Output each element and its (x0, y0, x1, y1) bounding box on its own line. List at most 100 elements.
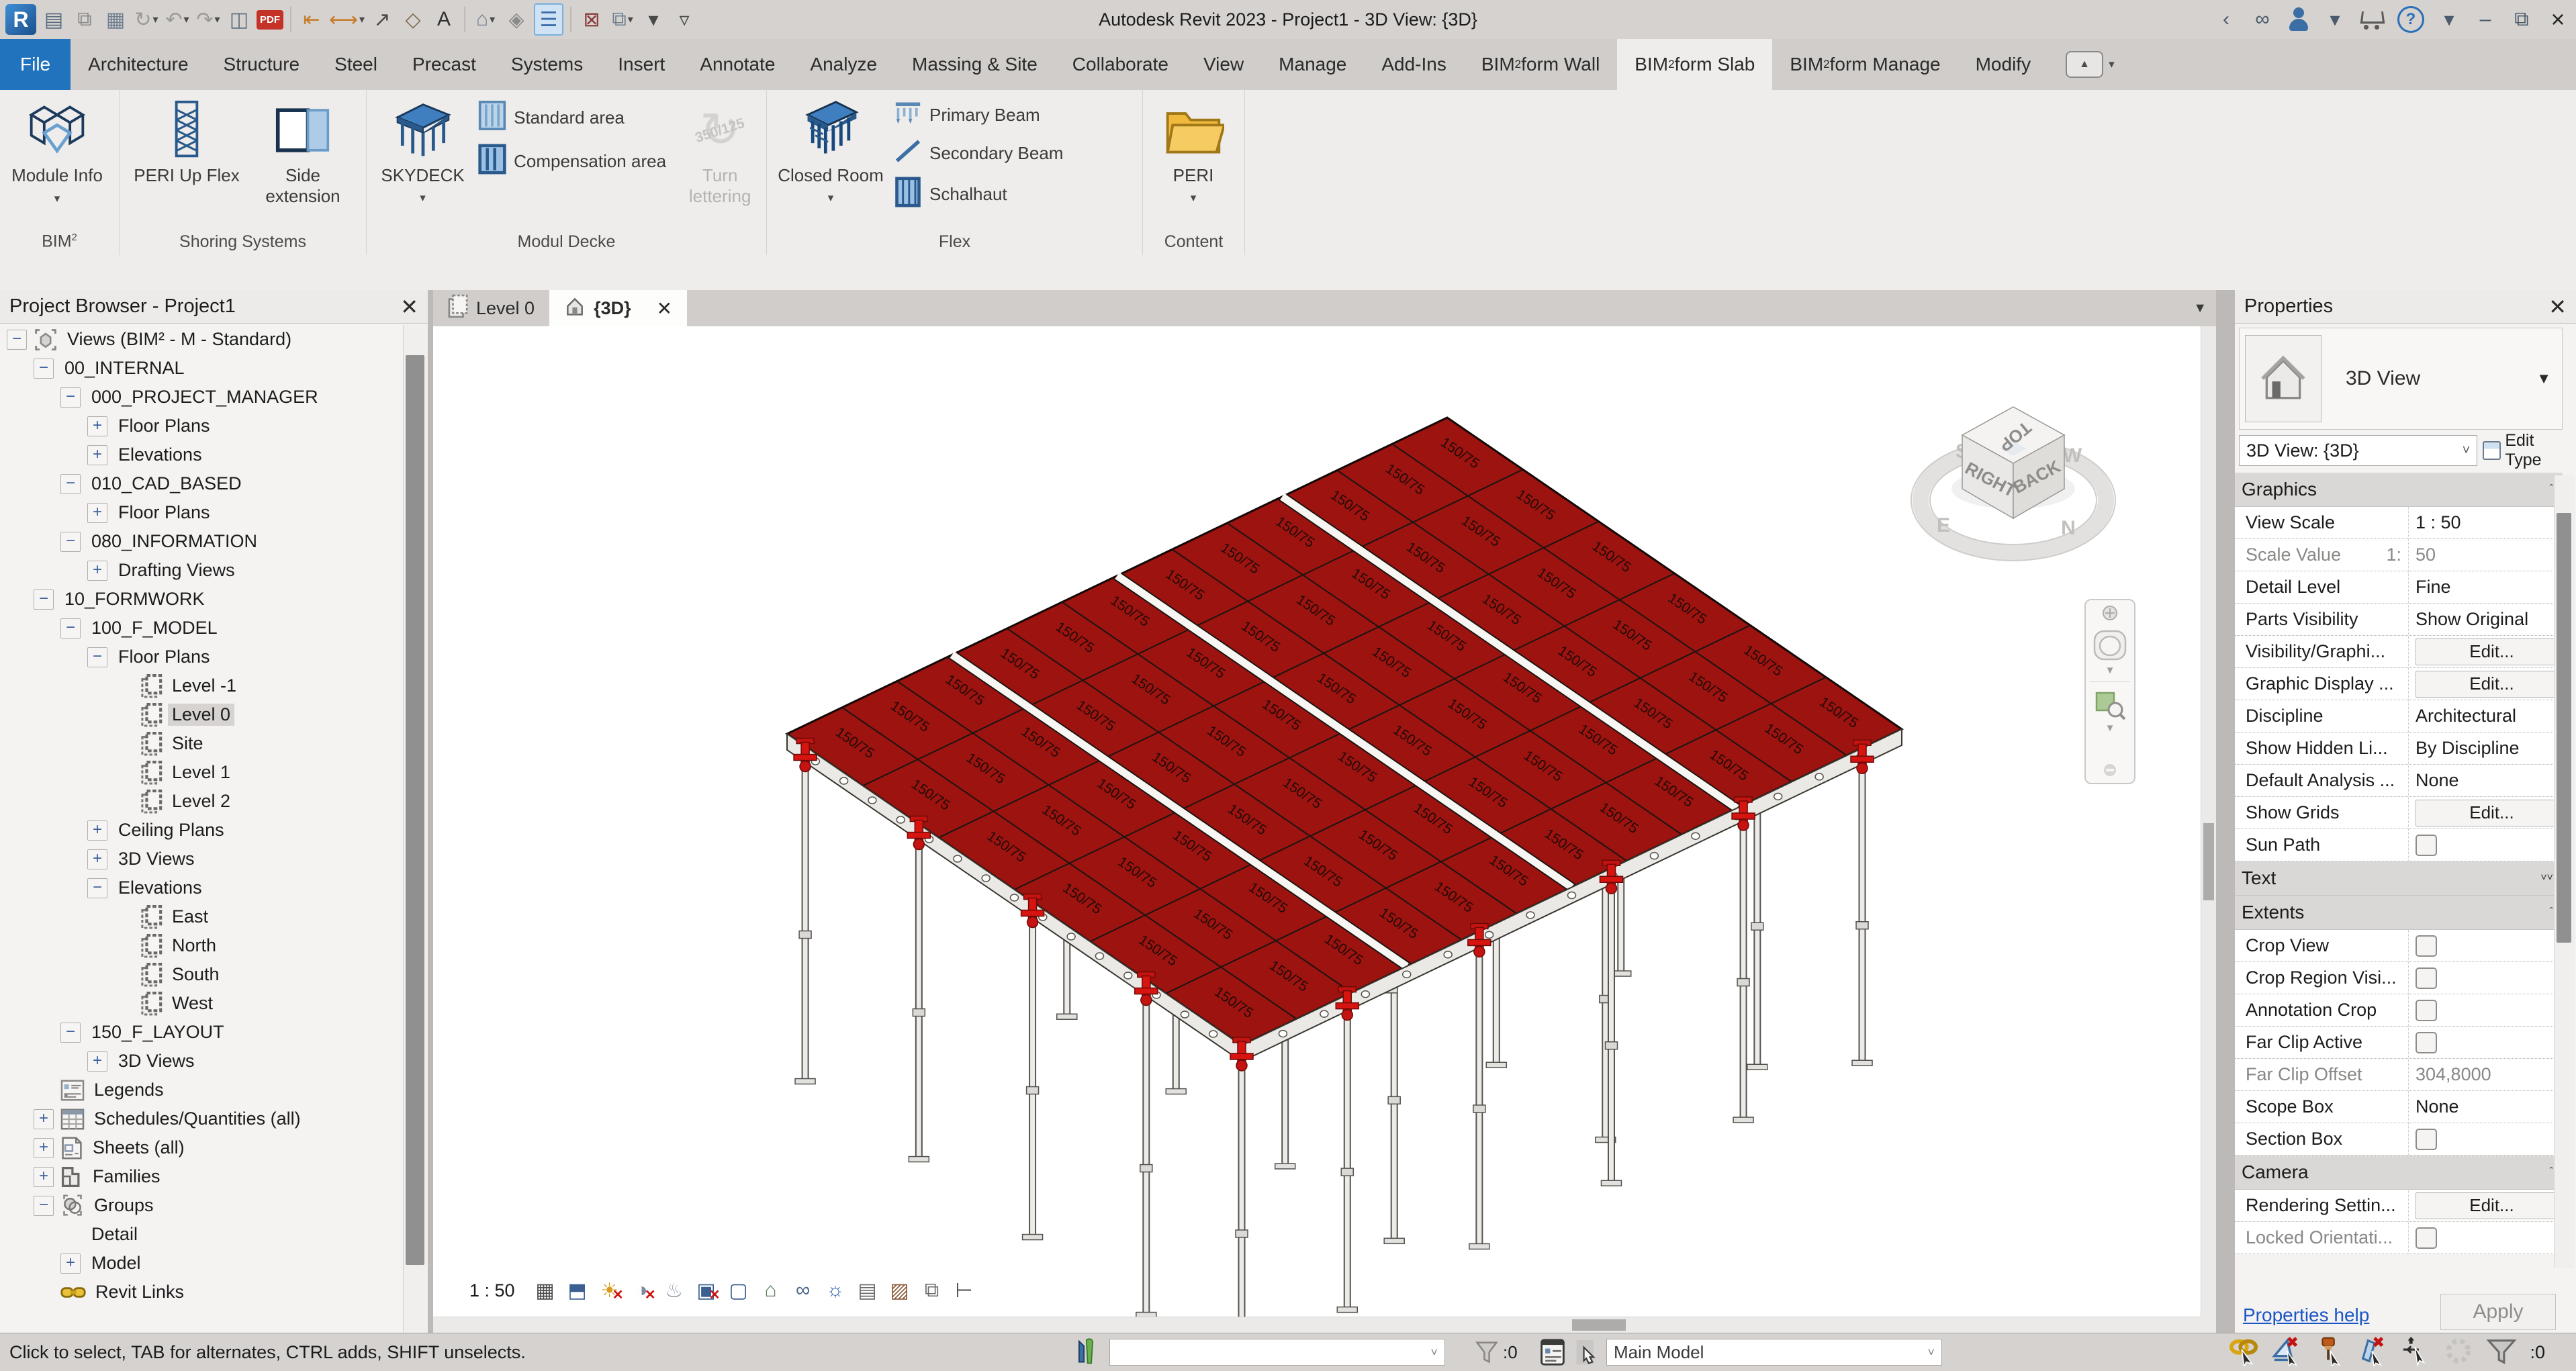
tree-item-label[interactable]: Legends (90, 1079, 168, 1101)
steering-wheel-icon[interactable] (2090, 626, 2129, 665)
selection-filter-icon[interactable] (2485, 1335, 2518, 1370)
ribbon-tab-bim-form-wall[interactable]: BIM2form Wall (1464, 39, 1617, 90)
thin-lines-icon[interactable]: ☰ (534, 3, 563, 36)
worksets-icon[interactable] (1072, 1337, 1099, 1367)
tree-item-label[interactable]: Revit Links (91, 1281, 188, 1303)
tree-expander-icon[interactable]: − (87, 878, 107, 898)
text-icon[interactable]: A (430, 5, 457, 34)
compensation-area-button[interactable]: Compensation area (477, 143, 675, 180)
full-navigation-wheel-icon[interactable] (2101, 604, 2119, 622)
property-value[interactable]: 50 (2416, 545, 2436, 565)
ribbon-tab-analyze[interactable]: Analyze (792, 39, 894, 90)
open-icon[interactable]: ⧉ (71, 5, 98, 34)
reveal-constraints-icon[interactable]: ⊢ (950, 1276, 978, 1305)
ribbon-tab-precast[interactable]: Precast (395, 39, 494, 90)
ribbon-tab-modify[interactable]: Modify (1958, 39, 2048, 90)
panel-label-flex[interactable]: Flex (767, 228, 1142, 255)
panel-label-bim2[interactable]: BIM2 (0, 228, 119, 255)
tree-expander-icon[interactable]: − (60, 1023, 81, 1043)
view-tab-level0[interactable]: Level 0 (433, 290, 549, 326)
compass-n-label[interactable]: N (2061, 517, 2076, 539)
section-collapse-icon[interactable]: ˅˅ (2540, 872, 2553, 884)
tree-item-label[interactable]: Model (87, 1252, 145, 1274)
design-options-icon[interactable] (1539, 1337, 1566, 1367)
tree-expander-icon[interactable]: + (87, 503, 107, 523)
shadows-off-icon[interactable]: ◑✕ (628, 1276, 656, 1305)
edit-button[interactable]: Edit... (2416, 800, 2568, 826)
temporary-view-properties-icon[interactable]: ▤ (854, 1276, 882, 1305)
tree-item-label[interactable]: Views (BIM² - M - Standard) (63, 328, 295, 350)
vertical-scrollbar[interactable] (2201, 326, 2216, 1317)
tree-item-label[interactable]: 3D Views (114, 848, 199, 870)
displacement-sets-icon[interactable]: ⧉ (918, 1276, 946, 1305)
property-checkbox[interactable] (2416, 935, 2437, 957)
sync-icon[interactable]: ↻▾ (133, 5, 160, 34)
tree-item-label[interactable]: Elevations (114, 444, 206, 466)
view-scale-button[interactable]: 1 : 50 (460, 1279, 524, 1303)
edit-button[interactable]: Edit... (2416, 639, 2568, 665)
temporary-hide-isolate-icon[interactable]: ∞ (789, 1276, 817, 1305)
tree-item-label[interactable]: 080_INFORMATION (87, 530, 261, 553)
redo-icon[interactable]: ↷▾ (195, 5, 222, 34)
workset-selector[interactable]: ˅ (1109, 1339, 1445, 1366)
compass-w-label[interactable]: W (2063, 444, 2082, 467)
property-checkbox[interactable] (2416, 1032, 2437, 1053)
tree-item-label[interactable]: North (168, 935, 220, 957)
crop-region-icon[interactable]: ▢ (725, 1276, 753, 1305)
tree-item-label[interactable]: East (168, 906, 212, 928)
tree-item-label[interactable]: Level 2 (168, 790, 234, 812)
search-icon[interactable]: ∞ (2251, 5, 2274, 34)
zoom-region-icon[interactable] (2092, 688, 2127, 722)
tree-item-label[interactable]: 3D Views (114, 1050, 199, 1072)
panel-label-content[interactable]: Content (1143, 228, 1244, 255)
property-value[interactable]: 1 : 50 (2416, 512, 2461, 533)
ribbon-tab-manage[interactable]: Manage (1261, 39, 1364, 90)
type-selector[interactable]: 3D View ▼ (2239, 328, 2563, 430)
closed-room-button[interactable]: Closed Room ▾ (774, 95, 888, 208)
tree-expander-icon[interactable]: − (34, 589, 54, 610)
ribbon-tab-collaborate[interactable]: Collaborate (1055, 39, 1186, 90)
save-icon[interactable]: ▦ (102, 5, 129, 34)
editable-only-filter-icon[interactable] (1475, 1337, 1499, 1367)
tree-item-label[interactable]: 00_INTERNAL (60, 357, 189, 379)
tree-item-label[interactable]: Groups (90, 1194, 158, 1217)
edit-type-button[interactable]: Edit Type (2483, 435, 2572, 466)
properties-scrollbar[interactable] (2554, 475, 2575, 1268)
viewcube[interactable]: SWENTOPRIGHTBACK (1911, 407, 2115, 561)
project-browser-scrollbar[interactable] (403, 325, 428, 1333)
view-tab-3d[interactable]: {3D} ✕ (549, 290, 687, 326)
tree-expander-icon[interactable]: − (60, 387, 81, 408)
tree-item-label[interactable]: Level -1 (168, 675, 240, 697)
tree-item-label[interactable]: Ceiling Plans (114, 819, 228, 841)
drag-elements-on-selection-icon[interactable] (2401, 1335, 2432, 1370)
tag-icon[interactable]: ◇ (400, 5, 426, 34)
peri-content-button[interactable]: PERI ▾ (1150, 95, 1237, 208)
properties-help-link[interactable]: Properties help (2243, 1305, 2369, 1326)
ribbon-tab-bim-form-manage[interactable]: BIM2form Manage (1772, 39, 1958, 90)
select-links-icon[interactable] (2229, 1335, 2260, 1370)
view-tab-close-icon[interactable]: ✕ (657, 297, 672, 320)
module-info-button[interactable]: Module Info ▾ (7, 95, 107, 209)
tree-item-label[interactable]: West (168, 992, 217, 1014)
property-value[interactable]: None (2416, 770, 2459, 791)
tree-item-label[interactable]: Drafting Views (114, 559, 239, 581)
tree-expander-icon[interactable]: − (60, 532, 81, 552)
panel-label-shoring-systems[interactable]: Shoring Systems (120, 228, 366, 255)
tree-item-label[interactable]: Floor Plans (114, 415, 214, 437)
ribbon-tab-view[interactable]: View (1186, 39, 1261, 90)
tree-item-label[interactable]: Floor Plans (114, 646, 214, 668)
tree-item-label[interactable]: 10_FORMWORK (60, 588, 209, 610)
tree-item-label[interactable]: Level 0 (168, 704, 234, 726)
section-icon[interactable]: ◈ (503, 5, 530, 34)
ribbon-tab-structure[interactable]: Structure (206, 39, 318, 90)
secondary-beam-button[interactable]: Secondary Beam (893, 138, 1115, 169)
type-selector-dropdown-icon[interactable]: ▼ (2536, 370, 2551, 387)
property-checkbox[interactable] (2416, 1227, 2437, 1249)
sign-in-icon[interactable] (2287, 5, 2310, 34)
property-checkbox[interactable] (2416, 967, 2437, 989)
tree-item-label[interactable]: Elevations (114, 877, 206, 899)
export-pdf-icon[interactable]: PDF (257, 5, 283, 34)
analytical-model-icon[interactable]: ▨ (886, 1276, 914, 1305)
tree-expander-icon[interactable]: + (34, 1109, 54, 1129)
tree-item-label[interactable]: South (168, 963, 224, 986)
